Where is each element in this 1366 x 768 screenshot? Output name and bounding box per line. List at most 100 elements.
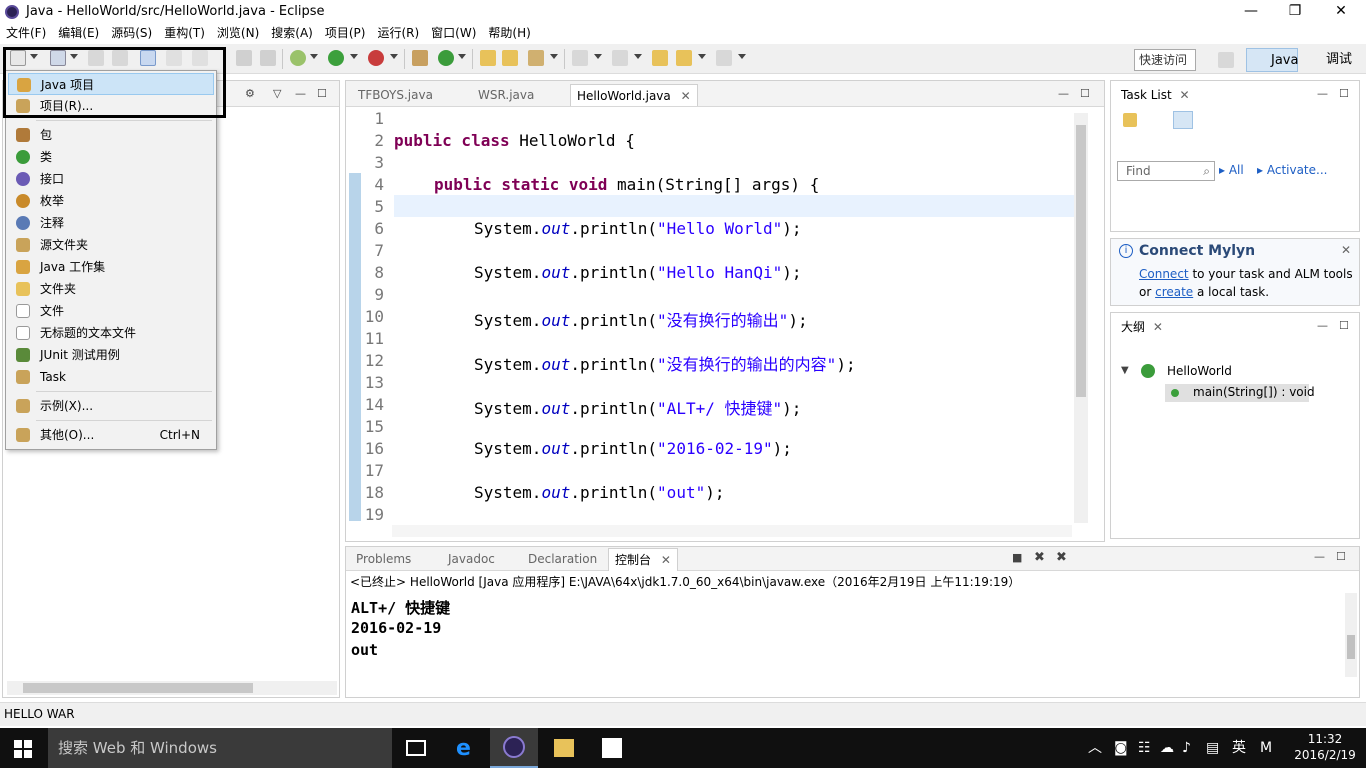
store-icon[interactable] [602,738,622,758]
last-edit-icon[interactable] [652,50,668,66]
terminate-icon[interactable]: ■ [1012,551,1022,564]
create-link[interactable]: create [1155,285,1193,299]
menu-edit[interactable]: 编辑(E) [52,24,105,42]
onedrive-icon[interactable]: ☁ [1160,728,1174,768]
code-line-6[interactable]: System.out.println("Hello World"); [474,219,802,238]
minimize-tasklist-icon[interactable]: — [1317,87,1328,100]
menu-item-folder[interactable]: 文件夹 [8,278,214,300]
file-explorer-icon[interactable] [554,739,574,757]
back-dropdown-icon[interactable] [698,54,706,59]
open-perspective-icon[interactable] [1218,52,1234,68]
close-console-icon[interactable]: ✕ [661,553,671,567]
code-line-12[interactable]: System.out.println("没有换行的输出的内容"); [474,351,856,375]
task-find-input[interactable]: Find ⌕ [1117,161,1215,181]
search-tool-icon[interactable] [528,50,544,66]
menu-project[interactable]: 项目(P) [319,24,372,42]
menu-item-example[interactable]: 示例(X)... [8,395,214,417]
close-tab-icon[interactable]: ✕ [681,89,691,103]
open-type-icon[interactable] [480,50,496,66]
connect-link[interactable]: Connect [1139,267,1189,281]
ime-indicator[interactable]: M [1260,728,1272,768]
ime-mode[interactable]: 英 [1232,728,1246,768]
minimize-console-icon[interactable]: — [1314,550,1325,563]
menu-window[interactable]: 窗口(W) [425,24,482,42]
class-dropdown-icon[interactable] [458,54,466,59]
tab-problems[interactable]: Problems [350,548,417,570]
run-icon[interactable] [328,50,344,66]
minimize-editor-icon[interactable]: — [1058,87,1069,100]
eclipse-taskbar-button[interactable] [490,728,538,768]
maximize-tasklist-icon[interactable]: ☐ [1339,87,1349,100]
code-line-2[interactable]: public class HelloWorld { [394,131,635,150]
annotation-dropdown-icon[interactable] [594,54,602,59]
open-folder-icon[interactable] [502,50,518,66]
menu-item-junit[interactable]: JUnit 测试用例 [8,344,214,366]
remove-all-icon[interactable]: ✖ [1056,550,1067,565]
categorized-icon[interactable] [1173,111,1193,129]
quick-access-field[interactable]: 快速访问 [1134,49,1196,71]
minimize-view-icon[interactable]: — [295,87,306,100]
code-line-16[interactable]: System.out.println("2016-02-19"); [474,439,792,458]
menu-item-class[interactable]: 类 [8,146,214,168]
menu-item-enum[interactable]: 枚举 [8,190,214,212]
forward-icon[interactable] [716,50,732,66]
menu-search[interactable]: 搜索(A) [265,24,319,42]
action-center-icon[interactable]: ▤ [1206,728,1219,768]
tray-chevron-icon[interactable]: ︿ [1088,728,1102,768]
close-mylyn-icon[interactable]: ✕ [1341,243,1351,257]
prev-annotation-icon[interactable] [612,50,628,66]
menu-item-working-set[interactable]: Java 工作集 [8,256,214,278]
menu-item-untitled-text[interactable]: 无标题的文本文件 [8,322,214,344]
clock[interactable]: 11:32 2016/2/19 [1290,731,1360,763]
perspective-java-button[interactable]: Java [1246,48,1298,72]
editor-vertical-scrollbar[interactable] [1074,113,1088,523]
console-scrollbar-thumb[interactable] [1347,635,1355,659]
outline-method-item[interactable]: main(String[]) : void [1165,384,1315,402]
debug-icon[interactable] [290,50,306,66]
menu-run[interactable]: 运行(R) [371,24,425,42]
new-class-icon[interactable] [438,50,454,66]
editor-scrollbar-thumb[interactable] [1076,125,1086,397]
minimize-outline-icon[interactable]: — [1317,319,1328,332]
tab-helloworld[interactable]: HelloWorld.java ✕ [570,84,698,106]
code-line-14[interactable]: System.out.println("ALT+/ 快捷键"); [474,395,801,419]
taskbar-search-box[interactable]: 搜索 Web 和 Windows [48,728,392,768]
filter-all-link[interactable]: ▸ All [1219,163,1244,177]
scrollbar-thumb[interactable] [23,683,253,693]
close-button[interactable]: ✕ [1318,0,1364,24]
tab-outline[interactable]: 大纲 ✕ [1115,316,1169,338]
editor-horizontal-scrollbar[interactable] [392,525,1072,537]
outline-class-item[interactable]: HelloWorld [1167,364,1232,378]
debug-dropdown-icon[interactable] [310,54,318,59]
prev-dropdown-icon[interactable] [634,54,642,59]
expand-chevron-icon[interactable]: ▼ [1121,365,1129,376]
menu-item-package[interactable]: 包 [8,124,214,146]
maximize-editor-icon[interactable]: ☐ [1080,87,1090,100]
back-icon[interactable] [676,50,692,66]
pilcrow-icon[interactable] [260,50,276,66]
menu-item-source-folder[interactable]: 源文件夹 [8,234,214,256]
activate-link[interactable]: ▸ Activate... [1257,163,1327,177]
menu-source[interactable]: 源码(S) [105,24,158,42]
menu-item-interface[interactable]: 接口 [8,168,214,190]
remove-launch-icon[interactable]: ✖ [1034,550,1045,565]
external-tools-icon[interactable] [368,50,384,66]
new-package-icon[interactable] [412,50,428,66]
close-tasklist-icon[interactable]: ✕ [1180,88,1190,102]
tray-app-icon[interactable]: ◙ [1114,728,1128,768]
tab-javadoc[interactable]: Javadoc [442,548,501,570]
windows-start-icon[interactable] [14,740,32,758]
search-dropdown-icon[interactable] [550,54,558,59]
code-line-18[interactable]: System.out.println("out"); [474,483,724,502]
block-icon[interactable] [236,50,252,66]
volume-icon[interactable]: ♪ [1182,728,1191,768]
maximize-console-icon[interactable]: ☐ [1336,550,1346,563]
menu-file[interactable]: 文件(F) [0,24,52,42]
code-line-4[interactable]: public static void main(String[] args) { [434,175,819,194]
annotation-nav-icon[interactable] [572,50,588,66]
forward-dropdown-icon[interactable] [738,54,746,59]
perspective-debug-button[interactable]: 调试 [1304,48,1352,72]
edge-browser-icon[interactable]: e [456,736,471,761]
menu-navigate[interactable]: 浏览(N) [211,24,265,42]
external-dropdown-icon[interactable] [390,54,398,59]
